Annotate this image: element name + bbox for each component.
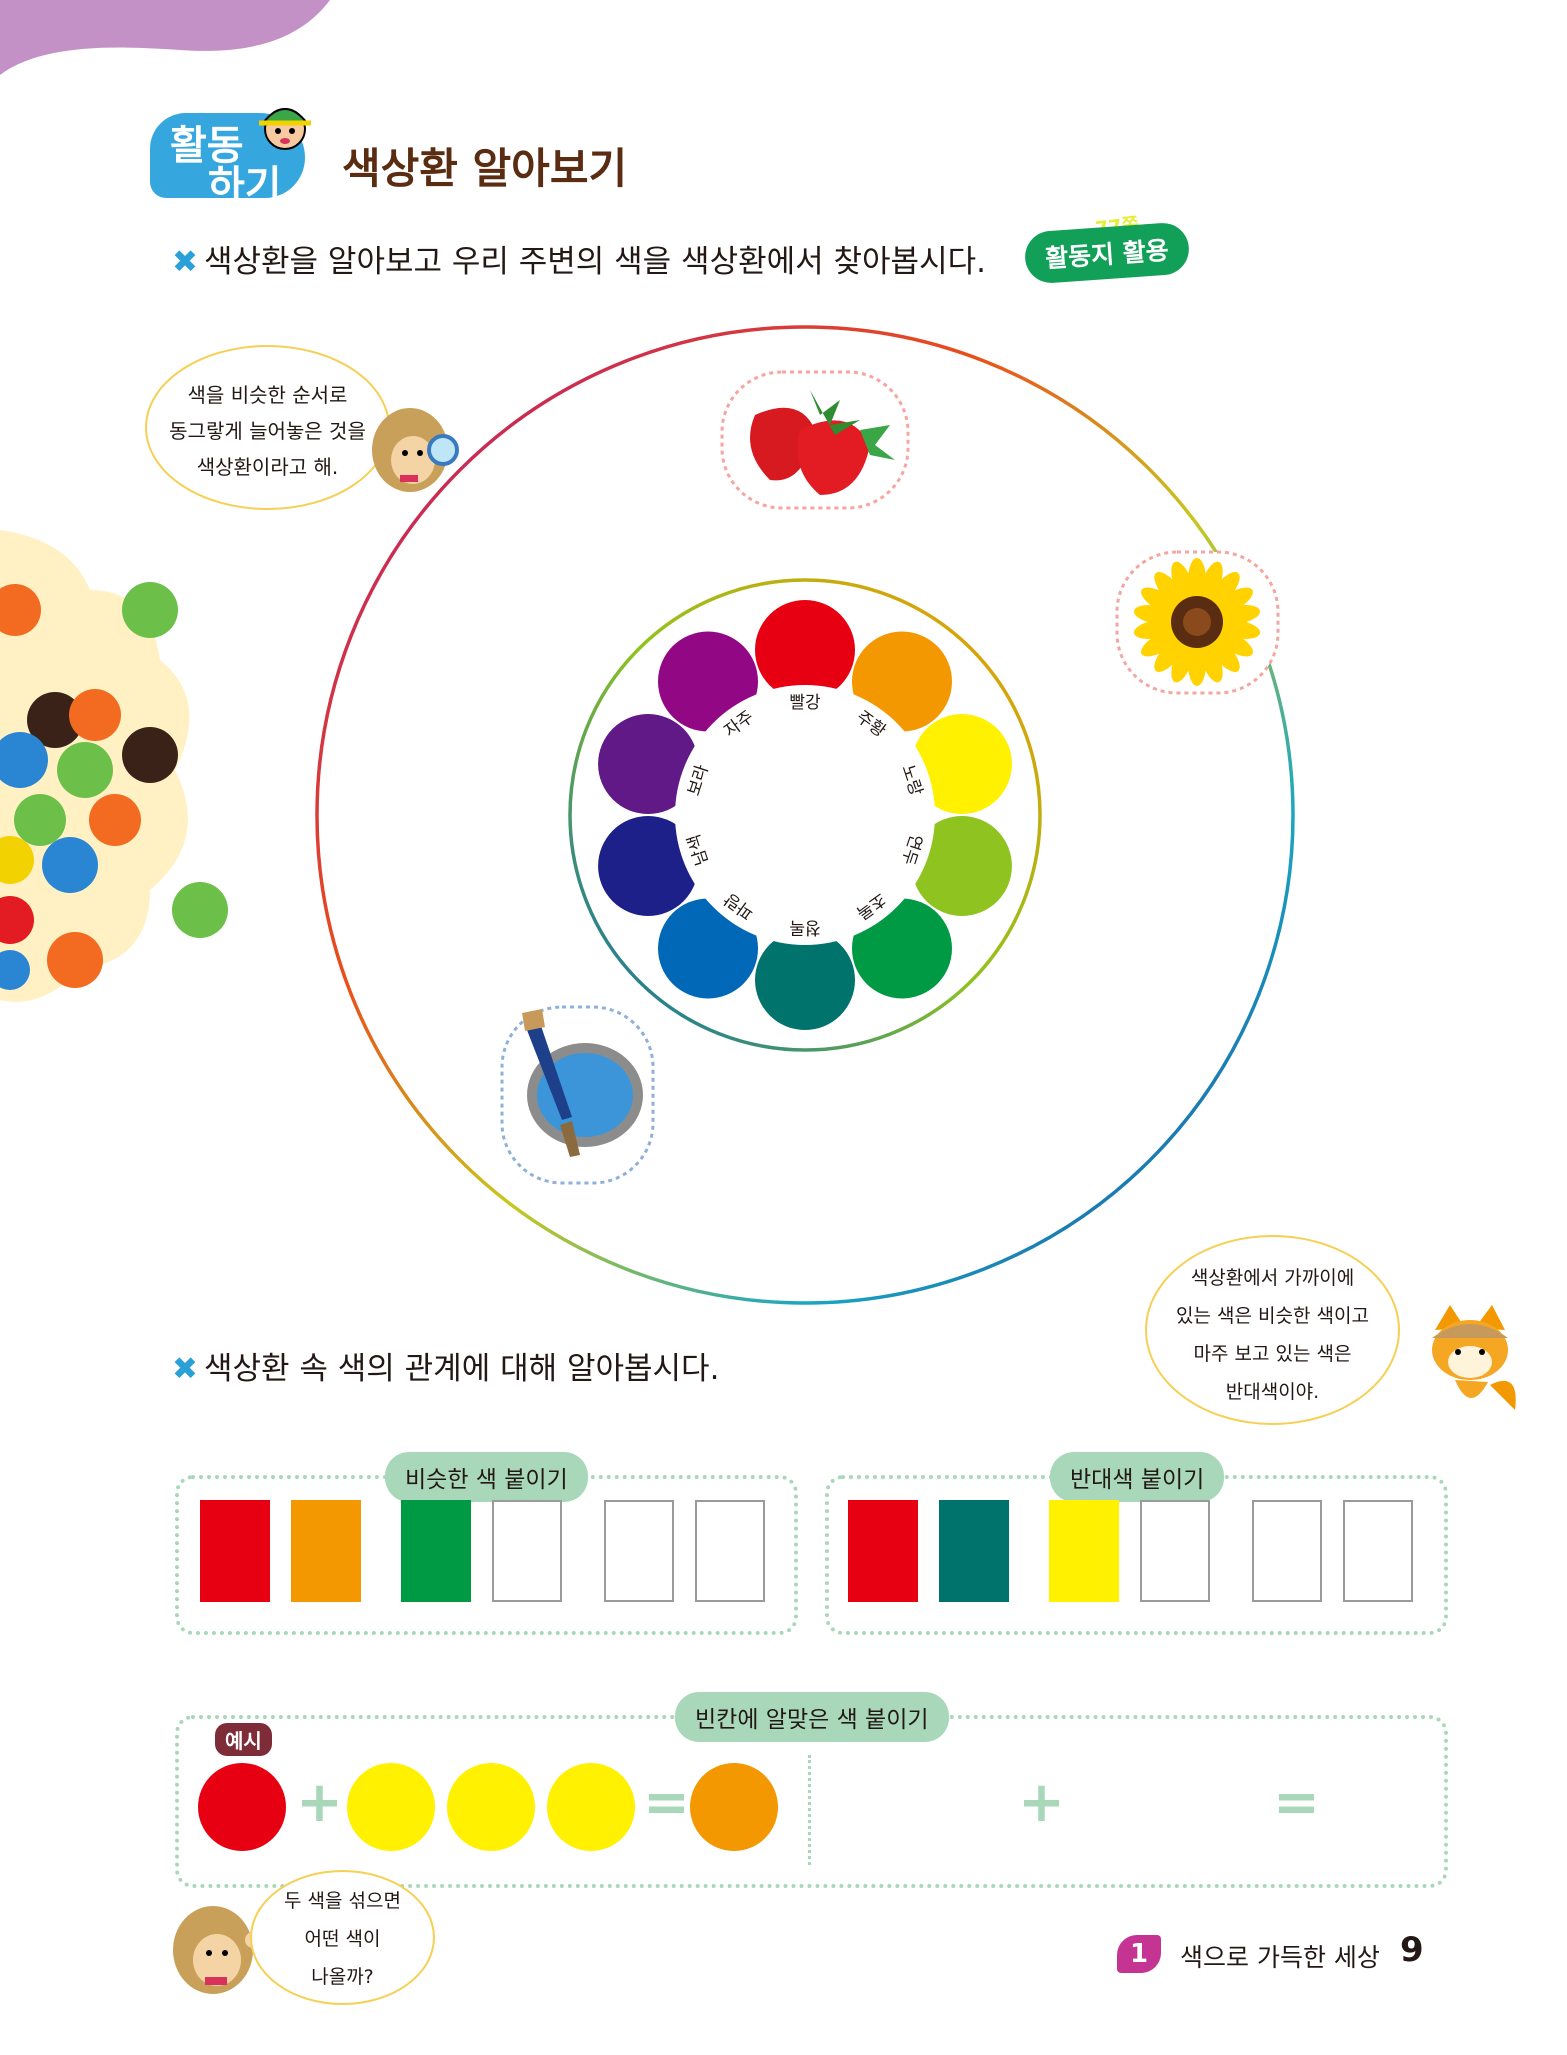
chapter-title: 색으로 가득한 세상: [1180, 1943, 1380, 1972]
boy-character-icon: [259, 108, 311, 150]
bubble-line: 두 색을 섞으면: [284, 1890, 401, 1912]
instruction-2-text: 색상환 속 색의 관계에 대해 알아봅시다.: [203, 1351, 720, 1387]
badge-line2: 하기: [208, 163, 282, 209]
bubble-line: 마주 보고 있는 색은: [1193, 1343, 1352, 1365]
plus-sign: +: [296, 1770, 343, 1835]
page-title: 색상환 알아보기: [342, 144, 628, 193]
similar-empty-square[interactable]: [604, 1500, 674, 1602]
bubble-line: 있는 색은 비슷한 색이고: [1176, 1305, 1369, 1327]
similar-colors-label: 비슷한 색 붙이기: [385, 1452, 588, 1502]
opposite-empty-square[interactable]: [1252, 1500, 1322, 1602]
similar-color-square: [291, 1500, 361, 1602]
hedgehog-pointing-icon: [173, 1906, 261, 1994]
opposite-colors-label: 반대색 붙이기: [1050, 1452, 1225, 1502]
opposite-color-square: [1049, 1500, 1119, 1602]
plus-sign-blank: +: [1018, 1770, 1065, 1835]
opposite-color-square: [939, 1500, 1009, 1602]
opposite-color-square: [848, 1500, 918, 1602]
similar-color-square: [401, 1500, 471, 1602]
color-mixing-label: 빈칸에 알맞은 색 붙이기: [675, 1692, 949, 1742]
worksheet-tag: 활동지 활용: [1023, 221, 1191, 285]
similar-color-square: [200, 1500, 270, 1602]
activity-badge: 활동 하기: [150, 95, 320, 209]
mix-example-color-2: [347, 1763, 435, 1851]
cross-bullet-icon: ✖: [172, 244, 198, 280]
mix-example-color-1: [198, 1763, 286, 1851]
instruction-1: ✖ 색상환을 알아보고 우리 주변의 색을 색상환에서 찾아봅시다.: [172, 236, 986, 281]
cross-bullet-icon: ✖: [172, 1351, 198, 1387]
color-petal-label: 청록: [789, 917, 820, 937]
example-tag: 예시: [215, 1723, 272, 1756]
bubble-line: 나올까?: [311, 1966, 374, 1988]
mix-example-color-4: [547, 1763, 635, 1851]
opposite-empty-square[interactable]: [1140, 1500, 1210, 1602]
similar-empty-square[interactable]: [695, 1500, 765, 1602]
similar-empty-square[interactable]: [492, 1500, 562, 1602]
equals-sign-blank: =: [1273, 1770, 1320, 1835]
wheel-center: [675, 685, 935, 945]
fox-character-icon: [1432, 1305, 1516, 1410]
corner-decoration: [0, 0, 330, 75]
paint-can-image: [500, 1005, 655, 1185]
instruction-1-text: 색상환을 알아보고 우리 주변의 색을 색상환에서 찾아봅시다.: [203, 244, 986, 280]
instruction-2: ✖ 색상환 속 색의 관계에 대해 알아봅시다.: [172, 1343, 719, 1388]
fox-speech-bubble: 색상환에서 가까이에 있는 색은 비슷한 색이고 마주 보고 있는 색은 반대색…: [1145, 1235, 1400, 1425]
mix-example-result: [690, 1763, 778, 1851]
mixing-divider: [808, 1755, 811, 1865]
equals-sign: =: [643, 1770, 690, 1835]
bubble-line: 색상환에서 가까이에: [1190, 1267, 1355, 1289]
sunflower-image: [1115, 550, 1280, 695]
page-number: 9: [1400, 1930, 1424, 1970]
color-petal-label: 빨강: [789, 693, 821, 713]
candy-image: [0, 530, 228, 1002]
bubble-line: 반대색이야.: [1225, 1381, 1320, 1403]
bubble-line: 어떤 색이: [304, 1928, 381, 1950]
hedgehog-speech-bubble-bottom: 두 색을 섞으면 어떤 색이 나올까?: [250, 1870, 435, 2005]
strawberry-image: [720, 370, 910, 510]
opposite-empty-square[interactable]: [1343, 1500, 1413, 1602]
chapter-number: 1: [1117, 1935, 1161, 1973]
mix-example-color-3: [447, 1763, 535, 1851]
